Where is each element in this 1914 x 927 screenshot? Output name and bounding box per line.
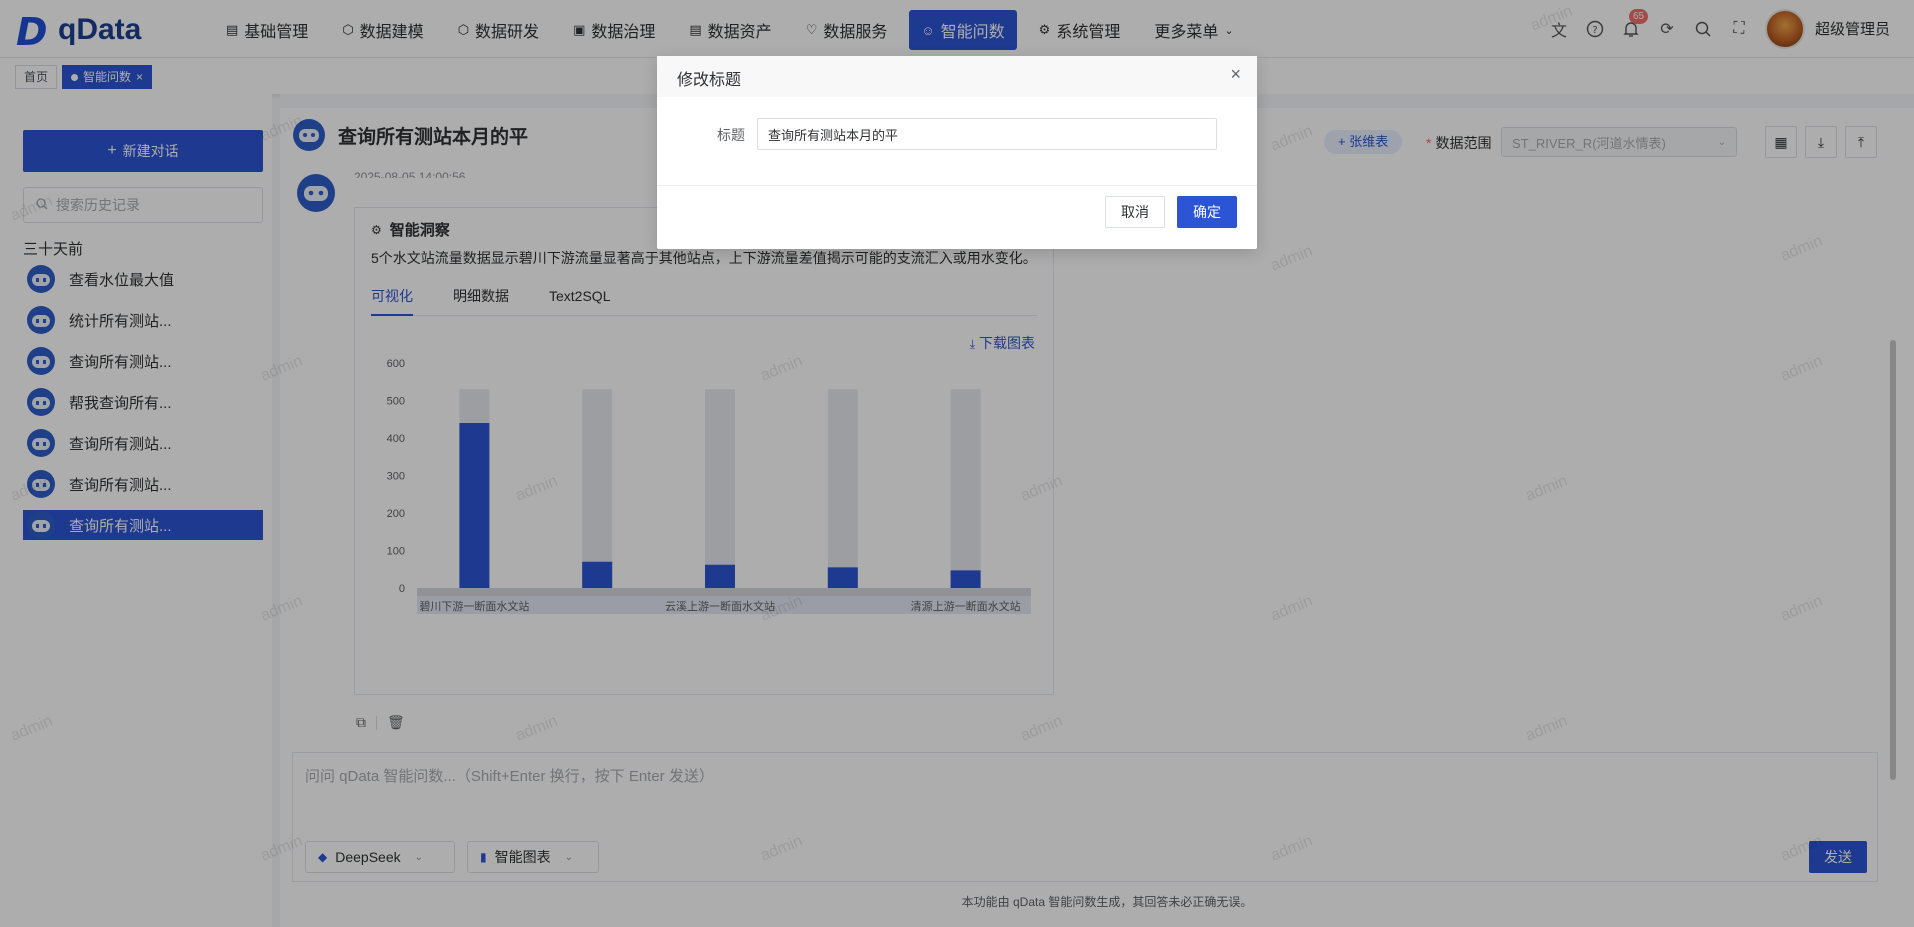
title-input[interactable] [757,118,1217,150]
cancel-button[interactable]: 取消 [1105,196,1165,228]
title-field-label: 标题 [717,127,745,143]
dialog-header: 修改标题 × [657,56,1257,97]
dialog-title: 修改标题 [677,72,742,89]
edit-title-dialog: 修改标题 × 标题 取消 确定 [657,56,1257,249]
close-icon[interactable]: × [1230,64,1241,85]
confirm-button[interactable]: 确定 [1177,196,1237,228]
divider [657,185,1257,186]
